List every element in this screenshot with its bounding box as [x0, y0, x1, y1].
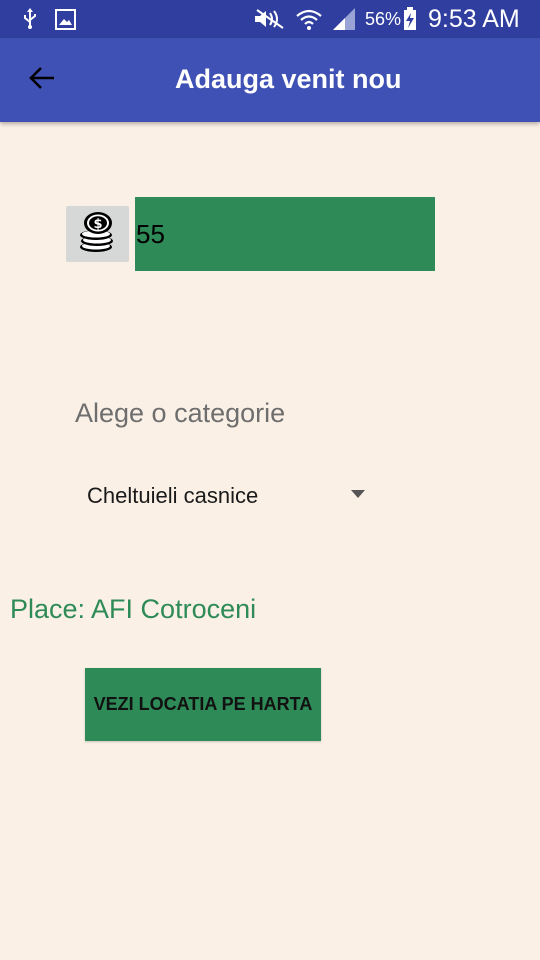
svg-text:$: $: [93, 217, 102, 232]
page-title: Adauga venit nou: [175, 64, 402, 94]
back-button[interactable]: [14, 52, 70, 108]
status-bar: 56% 9:53 AM: [0, 0, 540, 38]
wifi-icon: [294, 6, 324, 32]
app-bar: Adauga venit nou: [0, 38, 540, 122]
status-time: 9:53 AM: [428, 5, 520, 33]
dropdown-arrow-icon: [351, 490, 365, 498]
place-text: Place: AFI Cotroceni: [10, 594, 257, 624]
usb-icon: [20, 6, 40, 32]
battery-percent: 56%: [365, 9, 402, 29]
signal-icon: [330, 6, 358, 32]
image-icon: [54, 6, 76, 32]
category-dropdown[interactable]: Cheltuieli casnice: [75, 473, 375, 519]
battery-charging-icon: [402, 6, 418, 32]
amount-input[interactable]: [135, 197, 435, 271]
category-label: Alege o categorie: [75, 398, 286, 428]
view-location-on-map-button[interactable]: VEZI LOCATIA PE HARTA: [85, 668, 321, 741]
category-selected-value: Cheltuieli casnice: [87, 483, 259, 508]
arrow-back-icon: [28, 66, 56, 95]
coins-icon-button[interactable]: $: [66, 206, 129, 262]
mute-icon: [252, 6, 288, 32]
coins-icon: $: [77, 210, 119, 259]
